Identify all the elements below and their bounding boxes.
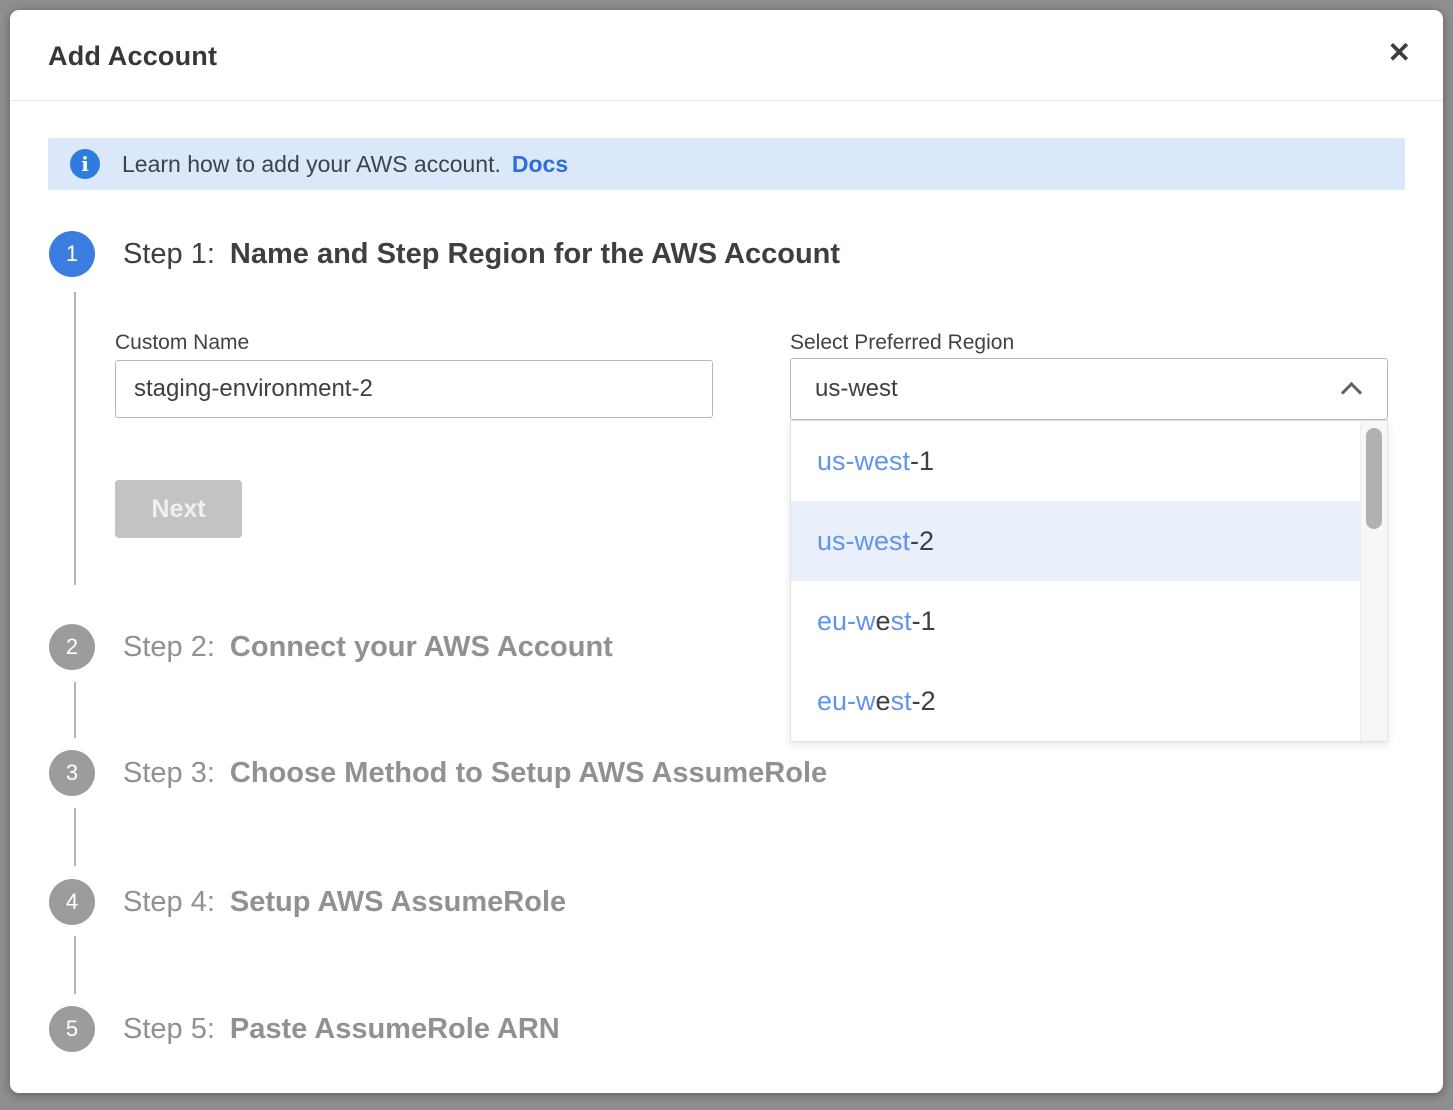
step-2-row: 2 Step 2: Connect your AWS Account [49, 624, 613, 670]
region-dropdown: us-west -1 us-west -2 eu-w e st -1 eu-w … [790, 420, 1388, 742]
step-2-indicator: 2 [49, 624, 95, 670]
option-text-segment: st [891, 606, 912, 637]
step-connector-2 [74, 682, 76, 738]
add-account-modal: Add Account ✕ i Learn how to add your AW… [10, 10, 1443, 1093]
step-3-label: Step 3: [123, 757, 215, 790]
region-combobox[interactable] [790, 358, 1388, 420]
step-connector-4 [74, 936, 76, 994]
option-text-segment: -1 [912, 606, 936, 637]
step-4-title: Setup AWS AssumeRole [230, 886, 566, 919]
option-text-segment: us-west [817, 526, 910, 557]
step-1-title: Name and Step Region for the AWS Account [230, 238, 840, 271]
step-5-label: Step 5: [123, 1013, 215, 1046]
dropdown-scrollbar-thumb[interactable] [1366, 428, 1382, 529]
docs-link[interactable]: Docs [512, 151, 568, 178]
dropdown-scrollbar-track[interactable] [1360, 421, 1387, 741]
next-button[interactable]: Next [115, 480, 242, 538]
step-4-row: 4 Step 4: Setup AWS AssumeRole [49, 879, 566, 925]
banner-text: Learn how to add your AWS account. [122, 151, 501, 178]
region-option-list: us-west -1 us-west -2 eu-w e st -1 eu-w … [791, 421, 1360, 741]
option-text-segment: us-west [817, 446, 910, 477]
step-5-row: 5 Step 5: Paste AssumeRole ARN [49, 1006, 560, 1052]
option-us-west-2[interactable]: us-west -2 [791, 501, 1360, 581]
step-connector-3 [74, 808, 76, 866]
region-label: Select Preferred Region [790, 331, 1014, 355]
step-1-row: 1 Step 1: Name and Step Region for the A… [49, 231, 840, 277]
info-icon: i [70, 149, 100, 179]
option-text-segment: e [876, 606, 891, 637]
option-text-segment: -2 [910, 526, 934, 557]
step-connector-1 [74, 292, 76, 585]
step-1-label: Step 1: [123, 238, 215, 271]
step-1-indicator: 1 [49, 231, 95, 277]
page-title: Add Account [48, 41, 217, 72]
region-search-input[interactable] [791, 359, 1321, 419]
step-4-indicator: 4 [49, 879, 95, 925]
step-2-label: Step 2: [123, 631, 215, 664]
option-text-segment: eu-w [817, 606, 876, 637]
step-3-indicator: 3 [49, 750, 95, 796]
step-5-title: Paste AssumeRole ARN [230, 1013, 560, 1046]
option-text-segment: -2 [912, 686, 936, 717]
step-3-row: 3 Step 3: Choose Method to Setup AWS Ass… [49, 750, 827, 796]
option-text-segment: e [876, 686, 891, 717]
option-eu-west-1[interactable]: eu-w e st -1 [791, 581, 1360, 661]
option-text-segment: st [891, 686, 912, 717]
option-eu-west-2[interactable]: eu-w e st -2 [791, 661, 1360, 741]
info-banner: i Learn how to add your AWS account. Doc… [48, 138, 1405, 190]
option-text-segment: eu-w [817, 686, 876, 717]
option-us-west-1[interactable]: us-west -1 [791, 421, 1360, 501]
step-5-indicator: 5 [49, 1006, 95, 1052]
custom-name-input[interactable] [115, 360, 713, 418]
step-4-label: Step 4: [123, 886, 215, 919]
step-3-title: Choose Method to Setup AWS AssumeRole [230, 757, 827, 790]
modal-header: Add Account ✕ [10, 10, 1443, 101]
custom-name-label: Custom Name [115, 331, 249, 355]
close-icon[interactable]: ✕ [1388, 39, 1411, 67]
step-2-title: Connect your AWS Account [230, 631, 613, 664]
option-text-segment: -1 [910, 446, 934, 477]
chevron-up-icon[interactable] [1341, 382, 1362, 403]
